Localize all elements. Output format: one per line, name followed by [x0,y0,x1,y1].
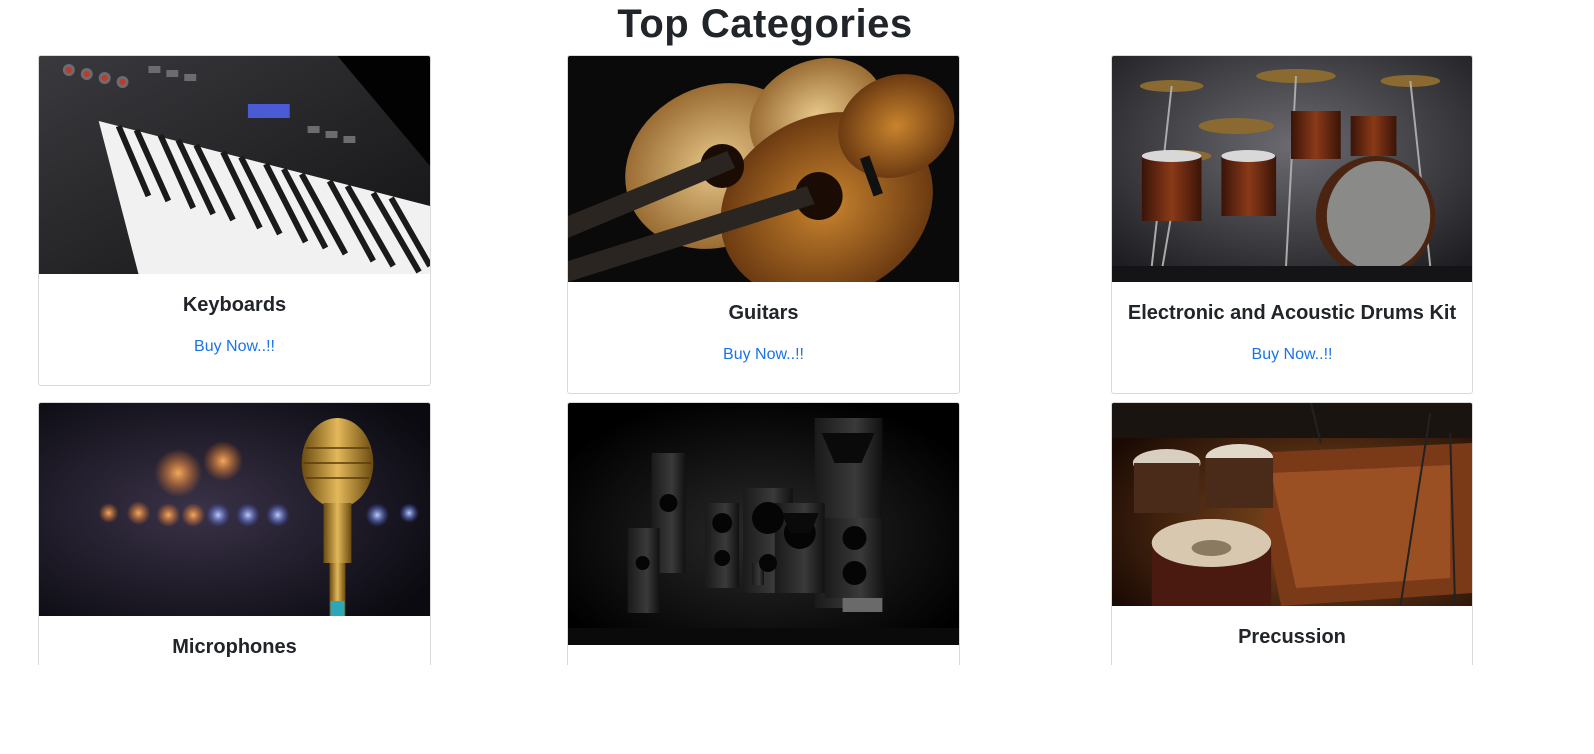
microphone-image[interactable] [39,403,430,616]
category-card-keyboards[interactable]: Keyboards Buy Now..!! [38,55,431,386]
category-grid: Keyboards Buy Now..!! Guitars Buy Now..!… [0,0,1594,665]
buy-now-link[interactable]: Buy Now..!! [39,338,430,356]
category-title: Guitars [728,302,799,324]
category-card-drums[interactable]: Electronic and Acoustic Drums Kit Buy No… [1111,55,1473,394]
percussion-image[interactable] [1112,403,1472,606]
category-title: Keyboards [182,294,287,316]
category-title: Electronic and Acoustic Drums Kit [1127,302,1457,324]
category-card-guitars[interactable]: Guitars Buy Now..!! [567,55,960,394]
speakers-image[interactable] [568,403,959,645]
drums-image[interactable] [1112,56,1472,282]
category-title: Precussion [1238,626,1346,648]
buy-now-link[interactable]: Buy Now..!! [568,346,959,364]
category-title: Microphones [172,636,297,658]
category-card-speakers[interactable] [567,402,960,665]
buy-now-link[interactable]: Buy Now..!! [1112,346,1472,364]
category-card-percussion[interactable]: Precussion [1111,402,1473,665]
category-card-microphones[interactable]: Microphones [38,402,431,665]
keyboard-image[interactable] [39,56,430,274]
guitar-image[interactable] [568,56,959,282]
